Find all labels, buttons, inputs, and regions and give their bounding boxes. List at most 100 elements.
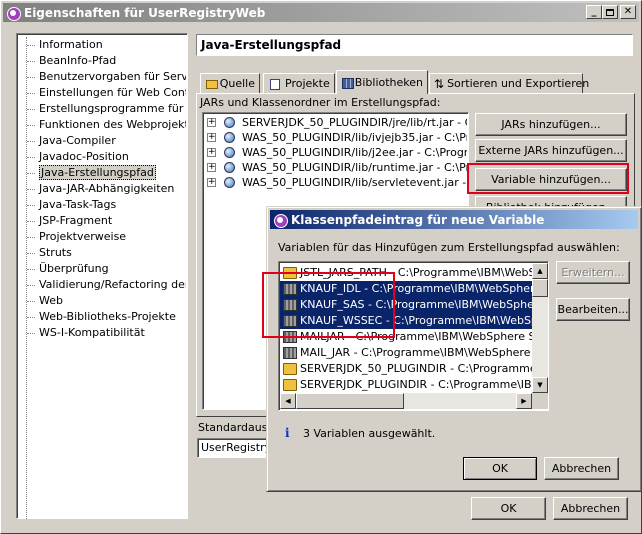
main-cancel-button[interactable]: Abbrechen bbox=[553, 497, 628, 520]
nav-item[interactable]: Benutzervorgaben für Server bbox=[18, 69, 186, 85]
expand-icon[interactable]: + bbox=[207, 133, 216, 142]
scroll-right-button[interactable]: ▶ bbox=[516, 393, 532, 409]
scroll-left-button[interactable]: ◀ bbox=[280, 393, 296, 409]
page-title-box: Java-Erstellungspfad bbox=[196, 34, 633, 56]
arrow-down-icon: ▼ bbox=[537, 381, 543, 389]
jar-file-icon bbox=[224, 162, 235, 173]
main-title-bar[interactable]: Eigenschaften für UserRegistryWeb _ ✕ bbox=[3, 3, 639, 22]
jar-entry-label: SERVERJDK_50_PLUGINDIR/jre/lib/rt.jar - … bbox=[242, 116, 467, 129]
tab-sortieren-label: Sortieren und Exportieren bbox=[447, 77, 590, 90]
nav-item-label: Java-Task-Tags bbox=[39, 198, 117, 211]
nav-item[interactable]: Einstellungen für Web Content bbox=[18, 85, 186, 101]
jar-icon bbox=[283, 331, 297, 343]
variable-rows: JSTL_JARS_PATH - C:\Programme\IBM\WebSph… bbox=[280, 265, 532, 394]
nav-item[interactable]: Web-Bibliotheks-Projekte bbox=[18, 309, 186, 325]
project-icon bbox=[268, 77, 282, 91]
jar-entry-label: WAS_50_PLUGINDIR/lib/ivjejb35.jar - C:\P… bbox=[242, 131, 467, 144]
variable-label: MAILJAR - C:\Programme\IBM\WebSphere Stu… bbox=[300, 330, 532, 343]
nav-item-label: Java-Erstellungspfad bbox=[39, 165, 156, 180]
variable-row[interactable]: KNAUF_IDL - C:\Programme\IBM\WebSphere S… bbox=[280, 281, 532, 297]
nav-item[interactable]: Projektverweise bbox=[18, 229, 186, 245]
tab-projekte[interactable]: Projekte bbox=[263, 73, 335, 93]
nav-item[interactable]: Struts bbox=[18, 245, 186, 261]
vscroll-thumb[interactable] bbox=[532, 279, 548, 297]
dialog-title-bar[interactable]: Klassenpfadeintrag für neue Variable bbox=[270, 210, 638, 229]
variable-row[interactable]: KNAUF_WSSEC - C:\Programme\IBM\WebSphere bbox=[280, 313, 532, 329]
expand-icon[interactable]: + bbox=[207, 118, 216, 127]
nav-item[interactable]: JSP-Fragment bbox=[18, 213, 186, 229]
tab-sortieren[interactable]: ⇅ Sortieren und Exportieren bbox=[429, 73, 589, 93]
nav-item[interactable]: Java-Compiler bbox=[18, 133, 186, 149]
tab-projekte-label: Projekte bbox=[285, 77, 330, 90]
extend-button[interactable]: Erweitern... bbox=[556, 261, 630, 284]
dialog-cancel-button[interactable]: Abbrechen bbox=[544, 457, 619, 480]
nav-item[interactable]: Web bbox=[18, 293, 186, 309]
nav-item[interactable]: Javadoc-Position bbox=[18, 149, 186, 165]
variable-row[interactable]: MAILJAR - C:\Programme\IBM\WebSphere Stu… bbox=[280, 329, 532, 345]
nav-item[interactable]: Erstellungsprogramme für exte bbox=[18, 101, 186, 117]
dialog-ok-button[interactable]: OK bbox=[463, 457, 537, 480]
jar-list: + SERVERJDK_50_PLUGINDIR/jre/lib/rt.jar -… bbox=[204, 115, 467, 190]
nav-item[interactable]: Überprüfung bbox=[18, 261, 186, 277]
nav-item[interactable]: Java-Task-Tags bbox=[18, 197, 186, 213]
edit-button[interactable]: Bearbeiten... bbox=[556, 298, 630, 321]
scroll-down-button[interactable]: ▼ bbox=[532, 377, 548, 393]
nav-item[interactable]: Funktionen des Webprojekts bbox=[18, 117, 186, 133]
jar-entry[interactable]: + WAS_50_PLUGINDIR/lib/ivjejb35.jar - C:\… bbox=[204, 130, 467, 145]
minimize-button[interactable]: _ bbox=[586, 5, 602, 19]
variable-list-vscroll[interactable]: ▲ ▼ bbox=[532, 263, 548, 393]
add-external-jars-button[interactable]: Externe JARs hinzufügen... bbox=[475, 139, 627, 162]
variable-label: KNAUF_IDL - C:\Programme\IBM\WebSphere S… bbox=[300, 282, 532, 295]
arrow-up-icon: ▲ bbox=[537, 267, 543, 275]
main-ok-button[interactable]: OK bbox=[471, 497, 546, 520]
variable-list[interactable]: JSTL_JARS_PATH - C:\Programme\IBM\WebSph… bbox=[278, 261, 549, 411]
arrow-left-icon: ◀ bbox=[285, 397, 291, 405]
jar-entry[interactable]: + WAS_50_PLUGINDIR/lib/j2ee.jar - C:\Prog… bbox=[204, 145, 467, 160]
nav-item[interactable]: BeanInfo-Pfad bbox=[18, 53, 186, 69]
tab-quelle[interactable]: Quelle bbox=[200, 73, 260, 93]
library-icon bbox=[341, 76, 354, 90]
jar-entry[interactable]: + WAS_50_PLUGINDIR/lib/runtime.jar - C:\P… bbox=[204, 160, 467, 175]
expand-icon[interactable]: + bbox=[207, 178, 216, 187]
add-jars-button[interactable]: JARs hinzufügen... bbox=[475, 113, 627, 136]
variable-row[interactable]: SERVERJDK_PLUGINDIR - C:\Programme\IBM bbox=[280, 377, 532, 393]
jar-icon bbox=[283, 283, 297, 295]
nav-item[interactable]: WS-I-Kompatibilität bbox=[18, 325, 186, 341]
nav-item[interactable]: Validierung/Refactoring der Lin bbox=[18, 277, 186, 293]
folder-icon bbox=[283, 267, 297, 279]
add-variable-button[interactable]: Variable hinzufügen... bbox=[475, 168, 627, 191]
maximize-icon bbox=[606, 8, 614, 16]
maximize-button[interactable] bbox=[602, 5, 618, 19]
variable-row[interactable]: KNAUF_SAS - C:\Programme\IBM\WebSphere S… bbox=[280, 297, 532, 313]
jar-file-icon bbox=[224, 132, 235, 143]
nav-item-label: Benutzervorgaben für Server bbox=[39, 70, 186, 83]
nav-item[interactable]: Java-Erstellungspfad bbox=[18, 165, 186, 181]
folder-icon bbox=[283, 363, 297, 375]
folder-icon bbox=[283, 379, 297, 391]
tab-bibliotheken-label: Bibliotheken bbox=[354, 76, 423, 89]
variable-list-hscroll[interactable]: ◀ ▶ bbox=[280, 393, 532, 409]
scroll-up-button[interactable]: ▲ bbox=[532, 263, 548, 279]
close-button[interactable]: ✕ bbox=[620, 5, 636, 19]
nav-tree[interactable]: Information BeanInfo-Pfad Benutzervorgaben… bbox=[16, 33, 188, 519]
hscroll-thumb[interactable] bbox=[296, 393, 404, 409]
variable-label: MAIL_JAR - C:\Programme\IBM\WebSphere St… bbox=[300, 346, 532, 359]
nav-item[interactable]: Java-JAR-Abhängigkeiten bbox=[18, 181, 186, 197]
variable-row[interactable]: MAIL_JAR - C:\Programme\IBM\WebSphere St… bbox=[280, 345, 532, 361]
variable-label: JSTL_JARS_PATH - C:\Programme\IBM\WebSph… bbox=[300, 266, 532, 279]
nav-item-label: Web-Bibliotheks-Projekte bbox=[39, 310, 176, 323]
jar-entry[interactable]: + SERVERJDK_50_PLUGINDIR/jre/lib/rt.jar -… bbox=[204, 115, 467, 130]
variable-row[interactable]: JSTL_JARS_PATH - C:\Programme\IBM\WebSph… bbox=[280, 265, 532, 281]
jar-file-icon bbox=[224, 147, 235, 158]
nav-item-label: Einstellungen für Web Content bbox=[39, 86, 186, 99]
expand-icon[interactable]: + bbox=[207, 163, 216, 172]
jar-entry[interactable]: + WAS_50_PLUGINDIR/lib/servletevent.jar -… bbox=[204, 175, 467, 190]
tab-bibliotheken[interactable]: Bibliotheken bbox=[336, 70, 428, 94]
nav-item[interactable]: Information bbox=[18, 37, 186, 53]
expand-icon[interactable]: + bbox=[207, 148, 216, 157]
nav-item-label: Javadoc-Position bbox=[39, 150, 129, 163]
variable-label: SERVERJDK_PLUGINDIR - C:\Programme\IBM bbox=[300, 378, 532, 391]
close-icon: ✕ bbox=[623, 6, 633, 17]
variable-row[interactable]: SERVERJDK_50_PLUGINDIR - C:\Programme\IB… bbox=[280, 361, 532, 377]
default-output-field[interactable]: UserRegistryW bbox=[197, 438, 282, 458]
